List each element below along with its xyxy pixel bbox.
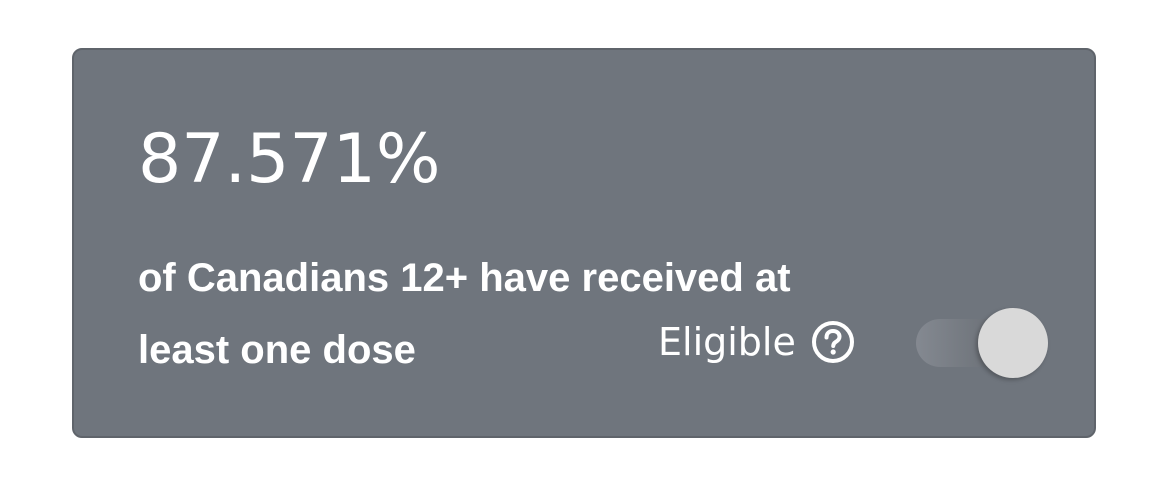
eligible-label: Eligible xyxy=(658,320,796,364)
vaccination-stat-card: 87.571% of Canadians 12+ have received a… xyxy=(72,48,1096,438)
toggle-thumb xyxy=(978,308,1048,378)
stat-description-line-1: of Canadians 12+ have received at xyxy=(138,256,791,300)
question-circle-icon[interactable] xyxy=(810,319,856,365)
eligible-filter: Eligible xyxy=(658,312,856,372)
stat-percentage: 87.571% xyxy=(138,120,441,199)
eligible-toggle-switch[interactable] xyxy=(916,308,1050,378)
